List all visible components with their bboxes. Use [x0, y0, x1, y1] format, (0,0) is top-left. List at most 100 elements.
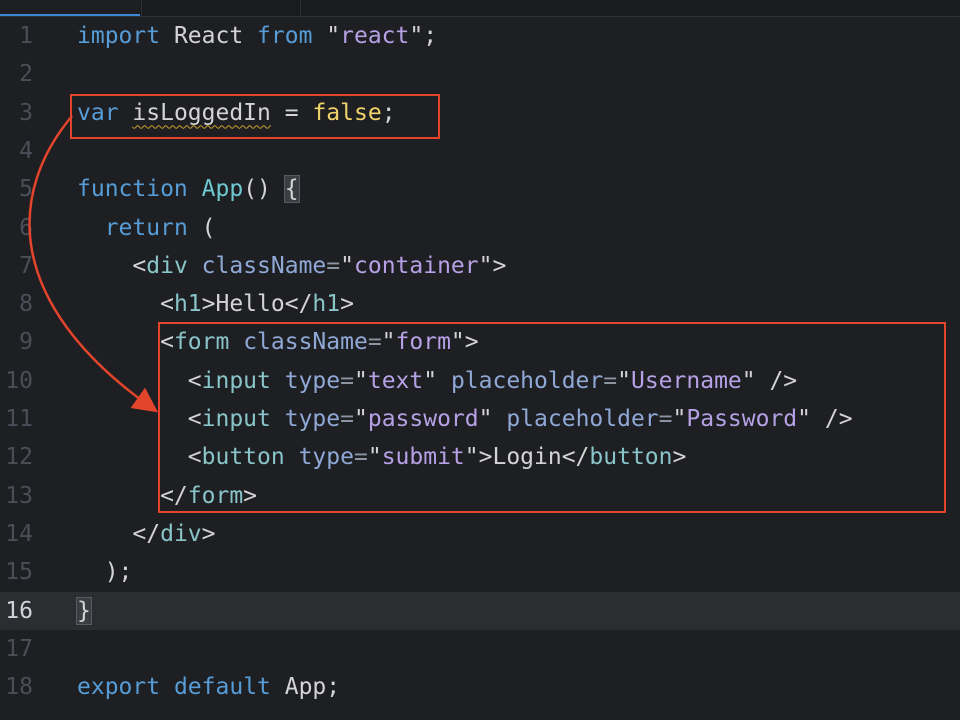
code-token: className — [201, 252, 327, 279]
code-text[interactable]: <form className="form"> — [77, 323, 479, 361]
code-token: input — [201, 367, 271, 394]
code-token: "> — [478, 252, 507, 279]
code-line[interactable]: 6 return ( — [0, 209, 960, 247]
code-text[interactable]: export default App; — [77, 668, 340, 706]
code-token: ); — [77, 559, 133, 586]
code-text[interactable]: import React from "react"; — [77, 17, 437, 55]
code-text[interactable]: </div> — [77, 515, 215, 553]
code-line[interactable]: 17 — [0, 630, 960, 668]
line-number: 16 — [5, 597, 33, 624]
code-token: < — [77, 329, 174, 356]
code-token: App — [201, 176, 244, 203]
code-token: react — [340, 23, 410, 49]
code-token: password — [367, 406, 479, 432]
code-text[interactable]: } — [76, 592, 92, 630]
tab-divider — [300, 0, 301, 16]
code-line[interactable]: 18 export default App; — [0, 668, 960, 706]
code-token: >Hello</ — [201, 291, 313, 318]
code-line[interactable]: 1 import React from "react"; — [0, 17, 960, 55]
code-token: div — [146, 252, 188, 279]
code-text[interactable]: ); — [77, 553, 133, 591]
code-token: import — [77, 23, 161, 49]
line-number: 2 — [19, 61, 33, 88]
code-token: type — [284, 367, 341, 394]
code-token: < — [77, 406, 202, 432]
code-token: " — [367, 444, 382, 471]
code-text[interactable]: function App() { — [77, 170, 300, 208]
code-text[interactable]: </form> — [77, 477, 257, 515]
code-token: " — [617, 367, 631, 394]
code-line[interactable]: 2 — [0, 55, 960, 93]
code-token: React — [160, 23, 258, 49]
code-token: < — [77, 252, 147, 279]
line-number: 9 — [19, 329, 33, 356]
code-line[interactable]: 4 — [0, 132, 960, 170]
code-token: var — [77, 99, 119, 126]
code-token: placeholder — [506, 406, 659, 432]
code-line[interactable]: 9 <form className="form"> — [0, 323, 960, 361]
code-token: = — [367, 329, 382, 356]
code-line[interactable]: 7 <div className="container"> — [0, 247, 960, 285]
code-line[interactable]: 10 <input type="text" placeholder="Usern… — [0, 362, 960, 400]
code-token: button — [201, 444, 285, 471]
line-number: 12 — [5, 444, 33, 471]
code-token: false — [312, 99, 382, 126]
tab-active-file[interactable] — [0, 0, 140, 16]
code-token: export — [77, 674, 161, 701]
code-token: ( — [187, 214, 216, 241]
code-line[interactable]: 5 function App() { — [0, 170, 960, 208]
code-token: " — [381, 329, 396, 356]
code-token: { — [283, 175, 300, 204]
line-number: 14 — [5, 520, 33, 547]
code-text[interactable]: return ( — [77, 209, 216, 247]
code-token: button — [589, 444, 673, 471]
code-token: submit — [381, 444, 465, 471]
code-line[interactable]: 16} — [0, 591, 960, 630]
code-text[interactable]: <button type="submit">Login</button> — [77, 438, 687, 476]
code-token: () — [243, 176, 285, 203]
code-token: placeholder — [450, 367, 604, 394]
code-token: " — [672, 406, 687, 432]
code-token: return — [104, 214, 188, 241]
code-token: = — [353, 444, 368, 471]
code-line[interactable]: 11 <input type="password" placeholder="P… — [0, 400, 960, 438]
code-text[interactable]: <input type="text" placeholder="Username… — [77, 362, 797, 400]
code-text[interactable]: <div className="container"> — [77, 247, 506, 285]
code-token: type — [298, 444, 354, 471]
line-number: 18 — [5, 674, 33, 701]
code-line[interactable]: 8 <h1>Hello</h1> — [0, 285, 960, 323]
code-line[interactable]: 3 var isLoggedIn = false; — [0, 94, 960, 132]
code-token: " — [423, 367, 451, 394]
code-token: ; — [381, 99, 396, 126]
code-token: "> — [450, 329, 479, 356]
code-token: < — [77, 367, 202, 394]
code-token: h1 — [312, 291, 341, 318]
code-token: < — [77, 291, 174, 318]
code-token: default — [173, 674, 271, 701]
line-number: 4 — [19, 137, 33, 164]
code-line[interactable]: 13 </form> — [0, 477, 960, 515]
code-editor[interactable]: 1 import React from "react"; 2 3 var isLogge… — [0, 17, 960, 720]
code-token: </ — [77, 520, 161, 547]
code-token: text — [367, 367, 424, 394]
code-line[interactable]: 14 </div> — [0, 515, 960, 553]
tab-bar — [0, 0, 960, 17]
code-token: from — [257, 23, 313, 49]
code-token: = — [603, 367, 618, 394]
code-token: isLoggedIn — [132, 99, 271, 126]
code-text[interactable]: var isLoggedIn = false; — [77, 94, 396, 132]
code-token: input — [201, 406, 271, 432]
code-line[interactable]: 12 <button type="submit">Login</button> — [0, 438, 960, 476]
code-line[interactable]: 15 ); — [0, 553, 960, 591]
code-text[interactable]: <h1>Hello</h1> — [77, 285, 354, 323]
tab-divider — [141, 0, 142, 16]
code-text[interactable]: <input type="password" placeholder="Pass… — [77, 400, 853, 438]
